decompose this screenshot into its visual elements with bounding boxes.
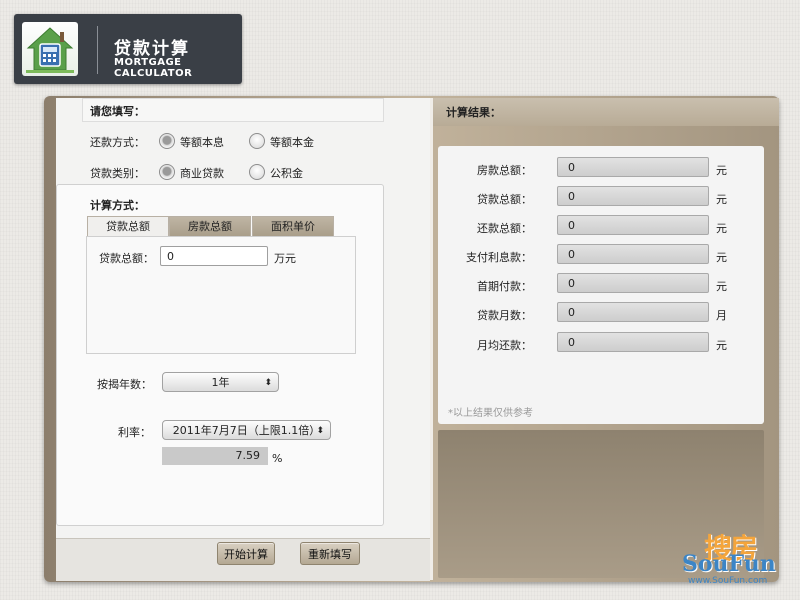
tab-house-total[interactable]: 房款总额 xyxy=(169,216,251,236)
result-value-loan-total: 0 xyxy=(557,186,709,206)
house-calculator-icon xyxy=(22,22,78,76)
updown-arrow-icon: ⬍ xyxy=(264,378,272,388)
results-title: 计算结果： xyxy=(446,106,501,119)
result-label-interest: 支付利息款： xyxy=(466,251,532,264)
rate-select-value: 2011年7月7日（上限1.1倍） xyxy=(172,424,321,437)
panel-divider xyxy=(430,98,433,580)
result-unit-loan-months: 月 xyxy=(716,309,727,322)
years-select[interactable]: 1年 ⬍ xyxy=(162,372,279,392)
reset-button[interactable]: 重新填写 xyxy=(300,542,360,565)
repayment-option-equal-installment-radio[interactable] xyxy=(159,133,175,149)
result-value-monthly-payment: 0 xyxy=(557,332,709,352)
years-label: 按揭年数： xyxy=(97,378,152,391)
app-subtitle: MORTGAGE CALCULATOR xyxy=(114,57,193,79)
updown-arrow-icon: ⬍ xyxy=(316,426,324,436)
result-value-house-total: 0 xyxy=(557,157,709,177)
results-disclaimer: *以上结果仅供参考 xyxy=(448,408,533,419)
repayment-option-equal-installment-label: 等额本息 xyxy=(180,136,224,149)
result-unit-loan-total: 元 xyxy=(716,193,727,206)
result-label-loan-months: 贷款月数： xyxy=(477,309,532,322)
loan-total-unit: 万元 xyxy=(274,252,296,265)
rate-select[interactable]: 2011年7月7日（上限1.1倍） ⬍ xyxy=(162,420,331,440)
years-select-value: 1年 xyxy=(211,376,230,389)
rate-unit: % xyxy=(272,452,283,465)
tab-area-unit-price[interactable]: 面积单价 xyxy=(252,216,334,236)
result-label-monthly-payment: 月均还款： xyxy=(477,339,532,352)
loan-type-provident-fund-radio[interactable] xyxy=(249,164,265,180)
repayment-option-equal-principal-radio[interactable] xyxy=(249,133,265,149)
result-unit-down-payment: 元 xyxy=(716,280,727,293)
loan-type-commercial-radio[interactable] xyxy=(159,164,175,180)
result-value-interest: 0 xyxy=(557,244,709,264)
result-unit-monthly-payment: 元 xyxy=(716,339,727,352)
rate-value-field[interactable]: 7.59 xyxy=(162,447,268,465)
loan-type-provident-fund-label: 公积金 xyxy=(270,167,303,180)
result-label-house-total: 房款总额： xyxy=(477,164,532,177)
result-label-loan-total: 贷款总额： xyxy=(477,193,532,206)
repayment-label: 还款方式： xyxy=(90,136,145,149)
app-header: 贷款计算 MORTGAGE CALCULATOR xyxy=(14,14,242,84)
loan-type-label: 贷款类别： xyxy=(90,167,145,180)
calculate-button[interactable]: 开始计算 xyxy=(217,542,275,565)
result-value-down-payment: 0 xyxy=(557,273,709,293)
calc-method-label: 计算方式： xyxy=(90,199,145,212)
app-title: 贷款计算 xyxy=(114,39,190,59)
result-unit-interest: 元 xyxy=(716,251,727,264)
result-value-repayment-total: 0 xyxy=(557,215,709,235)
rate-label: 利率： xyxy=(118,426,151,439)
soufun-watermark: 搜房 SouFun www.SouFun.com xyxy=(682,527,792,587)
repayment-option-equal-principal-label: 等额本金 xyxy=(270,136,314,149)
loan-total-input[interactable]: 0 xyxy=(160,246,268,266)
loan-total-label: 贷款总额： xyxy=(99,252,154,265)
tab-loan-total[interactable]: 贷款总额 xyxy=(87,216,169,236)
fill-in-label: 请您填写： xyxy=(90,105,145,118)
result-unit-house-total: 元 xyxy=(716,164,727,177)
header-divider xyxy=(97,26,98,74)
watermark-en: SouFun xyxy=(682,551,776,577)
result-label-repayment-total: 还款总额： xyxy=(477,222,532,235)
result-value-loan-months: 0 xyxy=(557,302,709,322)
loan-type-commercial-label: 商业贷款 xyxy=(180,167,224,180)
watermark-url: www.SouFun.com xyxy=(688,576,768,586)
result-label-down-payment: 首期付款： xyxy=(477,280,532,293)
result-unit-repayment-total: 元 xyxy=(716,222,727,235)
